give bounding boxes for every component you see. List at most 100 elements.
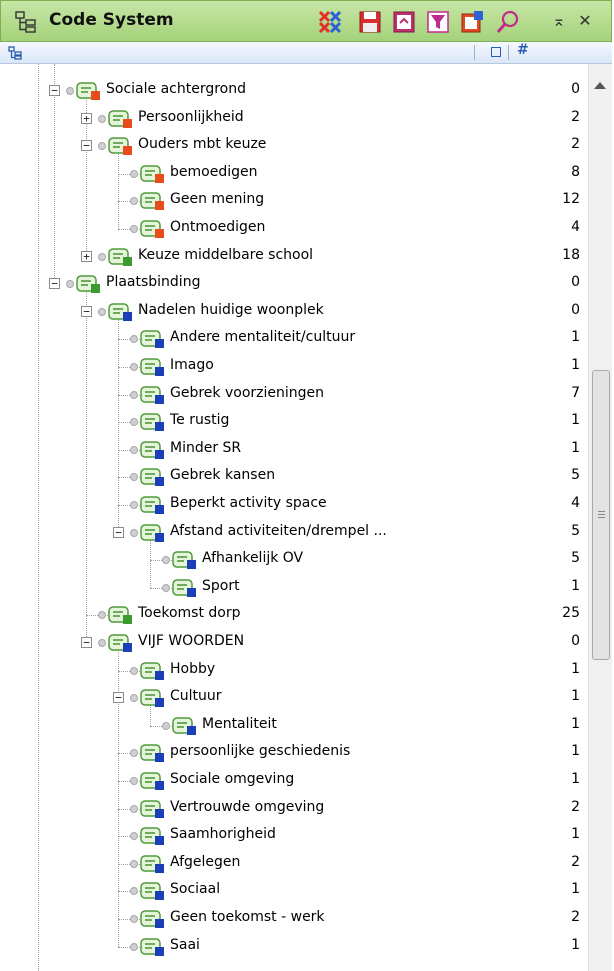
tree-row[interactable]: Gebrek kansen 5 [0, 463, 588, 491]
code-label[interactable]: Andere mentaliteit/cultuur [170, 329, 355, 345]
tree-row[interactable]: Geen mening 12 [0, 187, 588, 215]
collapse-icon[interactable]: − [113, 692, 124, 704]
code-label[interactable]: Geen mening [170, 191, 264, 207]
coded-segments-count: 0 [571, 274, 580, 291]
new-code-icon[interactable] [459, 9, 485, 35]
tree-row[interactable]: − Ouders mbt keuze 2 [0, 132, 588, 160]
tree-row[interactable]: Sociaal 1 [0, 877, 588, 905]
tree-row[interactable]: persoonlijke geschiedenis 1 [0, 739, 588, 767]
code-status-dot-icon [98, 142, 106, 151]
code-label[interactable]: Gebrek kansen [170, 467, 275, 483]
count-column-header[interactable]: # [517, 42, 529, 58]
tree-row[interactable]: Afgelegen 2 [0, 850, 588, 878]
tree-row[interactable]: Gebrek voorzieningen 7 [0, 381, 588, 409]
code-status-dot-icon [130, 666, 138, 675]
code-label[interactable]: Hobby [170, 661, 215, 677]
code-label[interactable]: Minder SR [170, 440, 241, 456]
collapse-icon[interactable]: − [49, 85, 60, 96]
tree-row[interactable]: Imago 1 [0, 353, 588, 381]
tree-row[interactable]: − VIJF WOORDEN 0 [0, 629, 588, 657]
code-label[interactable]: Saamhorigheid [170, 826, 276, 842]
code-label[interactable]: Sociaal [170, 881, 220, 897]
collapse-icon[interactable]: − [81, 140, 92, 152]
tree-column-icon[interactable] [8, 46, 22, 60]
code-label[interactable]: Vertrouwde omgeving [170, 799, 324, 815]
expand-icon[interactable]: + [81, 112, 92, 124]
code-label[interactable]: Nadelen huidige woonplek [138, 302, 324, 318]
code-label[interactable]: Te rustig [170, 412, 229, 428]
scroll-up-arrow-icon[interactable] [594, 82, 606, 89]
code-label[interactable]: Gebrek voorzieningen [170, 385, 324, 401]
tree-row[interactable]: Te rustig 1 [0, 408, 588, 436]
code-label[interactable]: Ontmoedigen [170, 219, 265, 235]
code-label[interactable]: Keuze middelbare school [138, 247, 313, 263]
code-label[interactable]: Saai [170, 937, 200, 953]
code-label[interactable]: Afgelegen [170, 854, 240, 870]
collapse-icon[interactable]: − [49, 278, 60, 290]
tree-row[interactable]: − Nadelen huidige woonplek 0 [0, 298, 588, 326]
tree-row[interactable]: Andere mentaliteit/cultuur 1 [0, 325, 588, 353]
color-column-icon[interactable] [491, 47, 501, 57]
tree-row[interactable]: Vertrouwde omgeving 2 [0, 795, 588, 823]
tree-row[interactable]: Beperkt activity space 4 [0, 491, 588, 519]
code-label[interactable]: VIJF WOORDEN [138, 633, 244, 649]
tree-row[interactable]: − Afstand activiteiten/drempel ... 5 [0, 519, 588, 547]
code-icon [140, 744, 164, 763]
code-label[interactable]: Sociale achtergrond [106, 81, 246, 97]
code-label[interactable]: Plaatsbinding [106, 274, 200, 290]
tree-row[interactable]: Sociale omgeving 1 [0, 767, 588, 795]
close-icon[interactable]: ✕ [575, 11, 595, 31]
code-label[interactable]: Afstand activiteiten/drempel ... [170, 523, 387, 539]
vertical-scrollbar[interactable] [588, 64, 612, 971]
tree-row[interactable]: Ontmoedigen 4 [0, 215, 588, 243]
collapse-icon[interactable]: − [113, 526, 124, 538]
column-separator[interactable] [508, 45, 509, 60]
code-label[interactable]: Cultuur [170, 688, 222, 704]
code-label[interactable]: Mentaliteit [202, 716, 277, 732]
code-status-dot-icon [98, 639, 106, 647]
filter-icon[interactable] [425, 9, 451, 35]
code-status-dot-icon [98, 611, 106, 620]
scrollbar-thumb[interactable] [592, 370, 610, 660]
tree-row[interactable]: − Cultuur 1 [0, 684, 588, 712]
export-icon[interactable] [391, 9, 417, 35]
code-label[interactable]: Imago [170, 357, 214, 373]
tree-row[interactable]: Toekomst dorp 25 [0, 601, 588, 629]
tree-row[interactable]: Saamhorigheid 1 [0, 822, 588, 850]
tree-row[interactable]: Minder SR 1 [0, 436, 588, 464]
tree-row[interactable]: Saai 1 [0, 933, 588, 961]
code-label[interactable]: Ouders mbt keuze [138, 136, 266, 152]
coded-segments-count: 25 [562, 605, 580, 622]
expand-icon[interactable]: + [81, 250, 92, 262]
collapse-icon[interactable]: − [81, 305, 92, 317]
column-separator[interactable] [474, 45, 475, 60]
activate-codes-icon[interactable] [317, 9, 343, 35]
tree-row[interactable]: + Keuze middelbare school 18 [0, 243, 588, 271]
tree-row[interactable]: bemoedigen 8 [0, 160, 588, 188]
coded-segments-count: 0 [571, 81, 580, 97]
coded-segments-count: 0 [571, 301, 580, 318]
code-label[interactable]: Sport [202, 578, 240, 594]
search-icon[interactable] [495, 9, 521, 35]
code-label[interactable]: Persoonlijkheid [138, 109, 244, 125]
code-label[interactable]: bemoedigen [170, 164, 257, 180]
tree-row[interactable]: − Plaatsbinding 0 [0, 270, 588, 298]
code-label[interactable]: Sociale omgeving [170, 771, 294, 787]
code-label[interactable]: Geen toekomst - werk [170, 909, 325, 925]
code-label[interactable]: persoonlijke geschiedenis [170, 743, 350, 759]
tree-row[interactable]: Mentaliteit 1 [0, 712, 588, 740]
code-label[interactable]: Toekomst dorp [138, 605, 241, 621]
code-label[interactable]: Beperkt activity space [170, 495, 327, 511]
tree-row[interactable]: Afhankelijk OV 5 [0, 546, 588, 574]
code-label[interactable]: Afhankelijk OV [202, 550, 303, 566]
tree-row[interactable]: + Persoonlijkheid 2 [0, 105, 588, 133]
pin-icon[interactable]: ⌅ [549, 11, 569, 31]
code-status-dot-icon [130, 859, 138, 868]
save-icon[interactable] [357, 9, 383, 35]
collapse-icon[interactable]: − [81, 637, 92, 648]
code-icon [76, 275, 100, 294]
tree-row[interactable]: − Sociale achtergrond 0 [0, 77, 588, 105]
tree-row[interactable]: Sport 1 [0, 574, 588, 602]
tree-row[interactable]: Hobby 1 [0, 657, 588, 685]
tree-row[interactable]: Geen toekomst - werk 2 [0, 905, 588, 933]
